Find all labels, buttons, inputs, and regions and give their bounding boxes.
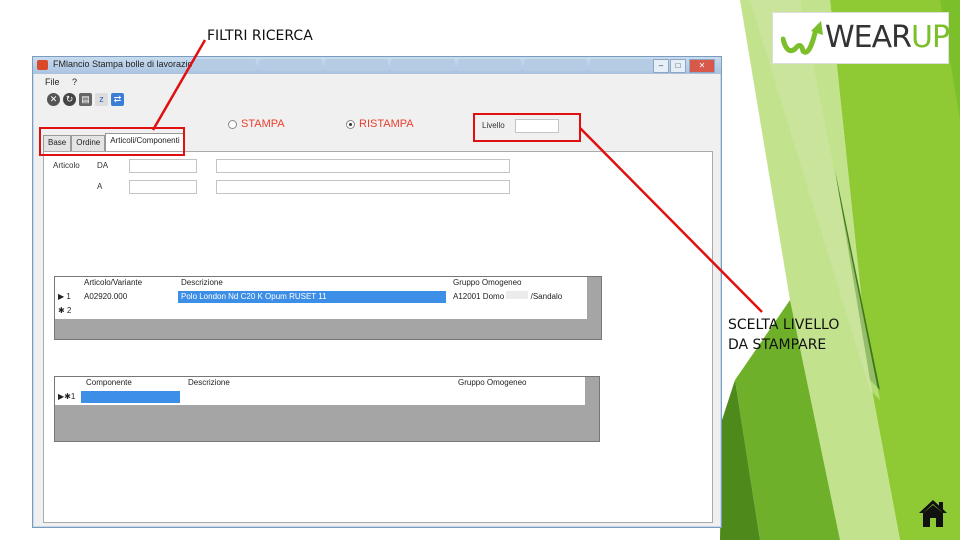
line-to-livello — [579, 127, 763, 313]
line-to-filtri — [151, 39, 207, 131]
home-icon[interactable] — [918, 498, 948, 528]
callout-lines — [151, 39, 763, 313]
